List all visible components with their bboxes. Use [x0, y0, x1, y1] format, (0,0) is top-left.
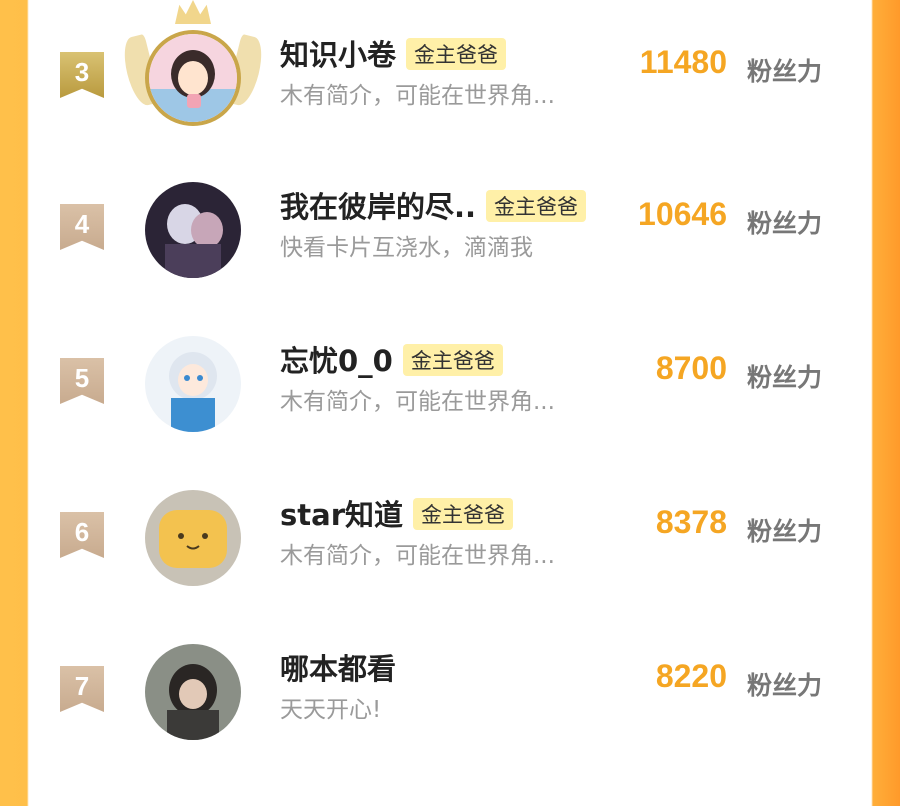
avatar[interactable] [118, 0, 268, 126]
rank-ribbon: 3 [60, 52, 104, 98]
user-bio: 木有简介，可能在世界角... [280, 543, 555, 569]
user-bio: 天天开心! [280, 697, 382, 723]
rank-ribbon: 7 [60, 666, 104, 712]
fan-score-unit: 粉丝力 [746, 517, 822, 546]
list-item[interactable]: 4 我在彼岸的尽.. 金主爸爸 快看卡片互浇水，滴滴我 10646 粉丝力 [30, 182, 870, 344]
fan-score-unit: 粉丝力 [746, 209, 822, 238]
avatar-image [145, 490, 241, 586]
user-name-text: 哪本都看 [280, 652, 397, 686]
user-name-text: star知道 [280, 498, 403, 532]
list-item[interactable]: 6 star知道 金主爸爸 木有简介，可能在世界角... 8378 粉丝力 [30, 490, 870, 652]
fan-score-unit: 粉丝力 [746, 671, 822, 700]
list-item[interactable]: 5 忘忧0_0 金主爸爸 木有简介，可能在世界角... 8700 粉丝力 [30, 336, 870, 498]
avatar[interactable] [145, 336, 241, 432]
fan-score: 10646 [638, 196, 727, 232]
sponsor-badge: 金主爸爸 [486, 190, 587, 222]
user-bio: 木有简介，可能在世界角... [280, 389, 555, 415]
avatar[interactable] [145, 644, 241, 740]
user-name[interactable]: 知识小卷 金主爸爸 [280, 32, 507, 74]
user-bio: 木有简介，可能在世界角... [280, 83, 555, 109]
fan-score: 8220 [655, 658, 727, 694]
fan-score: 8700 [655, 350, 727, 386]
user-name-text: 忘忧0_0 [280, 344, 393, 378]
rank-ribbon: 4 [60, 204, 104, 250]
crown-icon [175, 0, 211, 24]
user-name-text: 知识小卷 [280, 38, 397, 72]
user-name[interactable]: 忘忧0_0 金主爸爸 [280, 338, 503, 380]
user-name-text: 我在彼岸的尽.. [280, 190, 477, 224]
fan-score: 8378 [655, 504, 727, 540]
leaderboard-card: 3 知识小卷 金主爸爸 木有简介，可能在世界角... 11480 粉丝力 4 我… [30, 0, 870, 740]
rank-ribbon: 5 [60, 358, 104, 404]
user-bio: 快看卡片互浇水，滴滴我 [280, 235, 533, 261]
fan-score: 11480 [639, 44, 727, 80]
sponsor-badge: 金主爸爸 [406, 38, 507, 70]
list-item[interactable]: 7 哪本都看 天天开心! 8220 粉丝力 [30, 644, 870, 806]
user-name[interactable]: 我在彼岸的尽.. 金主爸爸 [280, 184, 587, 226]
fan-score-unit: 粉丝力 [746, 363, 822, 392]
avatar-image [145, 336, 241, 432]
avatar-image [145, 30, 241, 126]
user-name[interactable]: 哪本都看 [280, 646, 396, 688]
avatar[interactable] [145, 490, 241, 586]
avatar-image [145, 182, 241, 278]
sponsor-badge: 金主爸爸 [413, 498, 513, 530]
avatar[interactable] [145, 182, 241, 278]
rank-ribbon: 6 [60, 512, 104, 558]
fan-score-unit: 粉丝力 [746, 57, 822, 86]
sponsor-badge: 金主爸爸 [402, 344, 503, 376]
list-item[interactable]: 3 知识小卷 金主爸爸 木有简介，可能在世界角... 11480 粉丝力 [30, 0, 870, 192]
user-name[interactable]: star知道 金主爸爸 [280, 492, 513, 534]
avatar-image [145, 644, 241, 740]
